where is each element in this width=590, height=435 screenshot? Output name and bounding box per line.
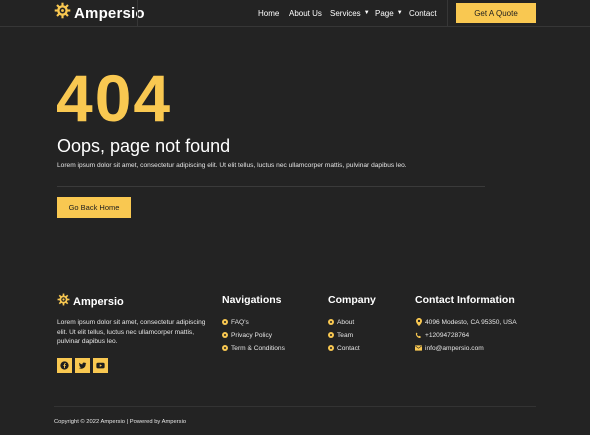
envelope-icon bbox=[415, 344, 422, 352]
youtube-icon[interactable] bbox=[93, 358, 108, 373]
bullet-icon bbox=[222, 345, 228, 351]
footer-company-list: About Team Contact bbox=[328, 318, 360, 352]
nav-contact-label: Contact bbox=[409, 8, 437, 18]
footer-brand-logo[interactable]: Ampersio bbox=[57, 293, 124, 311]
contact-email[interactable]: info@ampersio.com bbox=[415, 344, 517, 352]
error-description: Lorem ipsum dolor sit amet, consectetur … bbox=[57, 162, 407, 169]
footer-about-text: Lorem ipsum dolor sit amet, consectetur … bbox=[57, 319, 206, 345]
footer-link-team[interactable]: Team bbox=[328, 331, 360, 339]
bullet-icon bbox=[328, 345, 334, 351]
nav-about-us[interactable]: About Us bbox=[289, 0, 322, 26]
nav-services-label: Services bbox=[330, 8, 361, 18]
brand-logo[interactable]: Ampersio bbox=[54, 2, 145, 24]
footer-link-about[interactable]: About bbox=[328, 318, 360, 326]
contact-email-text: info@ampersio.com bbox=[425, 344, 484, 352]
footer-link-label: Contact bbox=[337, 344, 360, 352]
footer-link-label: Team bbox=[337, 331, 354, 339]
contact-phone[interactable]: +12094728764 bbox=[415, 331, 517, 339]
footer-link-faqs[interactable]: FAQ's bbox=[222, 318, 285, 326]
go-back-home-button[interactable]: Go Back Home bbox=[57, 197, 131, 218]
header-divider bbox=[447, 0, 448, 27]
brand-name: Ampersio bbox=[74, 4, 145, 22]
header-divider bbox=[137, 0, 138, 27]
error-code: 404 bbox=[56, 61, 173, 135]
footer-link-label: Term & Conditions bbox=[231, 344, 285, 352]
contact-phone-text: +12094728764 bbox=[425, 331, 470, 339]
contact-address-text: 4096 Modesto, CA 95350, USA bbox=[425, 318, 517, 326]
chevron-down-icon: ▼ bbox=[396, 10, 403, 16]
content-divider bbox=[57, 186, 485, 187]
copyright-text: Copyright © 2022 Ampersio | Powered by A… bbox=[54, 419, 187, 425]
footer-divider bbox=[54, 406, 536, 407]
facebook-icon[interactable] bbox=[57, 358, 72, 373]
error-headline: Oops, page not found bbox=[57, 136, 231, 156]
phone-icon bbox=[415, 331, 422, 339]
get-a-quote-button[interactable]: Get A Quote bbox=[456, 3, 536, 23]
footer-contact-title: Contact Information bbox=[415, 294, 515, 306]
footer-navigations-title: Navigations bbox=[222, 294, 282, 306]
map-pin-icon bbox=[415, 318, 422, 326]
footer-link-label: About bbox=[337, 318, 355, 326]
footer-navigations-list: FAQ's Privacy Policy Term & Conditions bbox=[222, 318, 285, 352]
footer-link-label: Privacy Policy bbox=[231, 331, 273, 339]
nav-home-label: Home bbox=[258, 8, 280, 18]
footer-company-title: Company bbox=[328, 294, 376, 306]
nav-contact[interactable]: Contact bbox=[409, 0, 437, 26]
footer-brand-name: Ampersio bbox=[73, 296, 124, 308]
twitter-icon[interactable] bbox=[75, 358, 90, 373]
bullet-icon bbox=[328, 319, 334, 325]
social-links bbox=[57, 358, 108, 373]
contact-address: 4096 Modesto, CA 95350, USA bbox=[415, 318, 517, 326]
chevron-down-icon: ▼ bbox=[363, 10, 370, 16]
site-header: Ampersio Home About Us Services ▼ Page ▼… bbox=[0, 0, 590, 27]
nav-about-us-label: About Us bbox=[289, 8, 322, 18]
footer-contact-list: 4096 Modesto, CA 95350, USA +12094728764… bbox=[415, 318, 517, 352]
footer-link-label: FAQ's bbox=[231, 318, 249, 326]
nav-home[interactable]: Home bbox=[258, 0, 279, 26]
bullet-icon bbox=[328, 332, 334, 338]
nav-page-label: Page bbox=[375, 8, 394, 18]
nav-services[interactable]: Services ▼ bbox=[330, 0, 370, 26]
gear-logo-icon bbox=[57, 293, 70, 311]
footer-link-privacy-policy[interactable]: Privacy Policy bbox=[222, 331, 285, 339]
nav-page[interactable]: Page ▼ bbox=[375, 0, 403, 26]
footer-link-contact[interactable]: Contact bbox=[328, 344, 360, 352]
bullet-icon bbox=[222, 332, 228, 338]
footer-link-terms[interactable]: Term & Conditions bbox=[222, 344, 285, 352]
gear-logo-icon bbox=[54, 2, 71, 24]
bullet-icon bbox=[222, 319, 228, 325]
